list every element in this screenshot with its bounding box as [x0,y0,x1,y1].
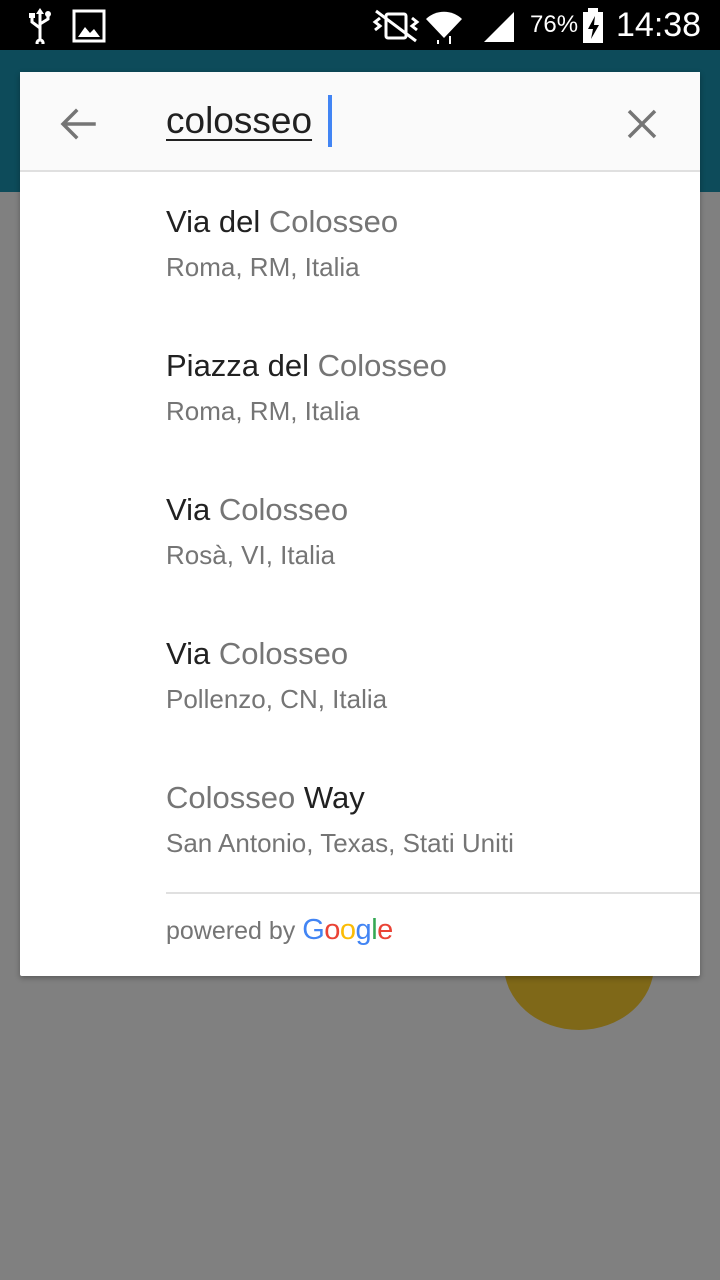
powered-by-label: powered by [166,917,296,945]
status-bar: 76% 14:38 [0,0,720,50]
autocomplete-card: colosseo Via del Colosseo Roma, RM, Ital… [20,72,700,976]
result-item[interactable]: Via del Colosseo Roma, RM, Italia [20,174,700,318]
result-secondary-text: Roma, RM, Italia [166,396,360,426]
result-secondary-text: Roma, RM, Italia [166,252,360,282]
search-input[interactable]: colosseo [166,100,312,152]
result-item[interactable]: Via Colosseo Rosà, VI, Italia [20,462,700,606]
footer-divider [166,892,700,894]
battery-charging-icon [583,8,603,43]
result-secondary-text: Rosà, VI, Italia [166,540,336,570]
clock: 14:38 [616,6,702,44]
usb-icon [29,8,51,44]
search-bar: colosseo [20,72,700,172]
result-primary-text: Via Colosseo [166,636,349,671]
arrow-back-icon[interactable] [54,100,102,148]
close-icon[interactable] [618,100,666,148]
result-item[interactable]: Colosseo Way San Antonio, Texas, Stati U… [20,750,700,894]
result-item[interactable]: Via Colosseo Pollenzo, CN, Italia [20,606,700,750]
result-secondary-text: Pollenzo, CN, Italia [166,684,388,714]
result-primary-text: Via del Colosseo [166,204,399,239]
powered-by-google: powered by Google [166,914,393,947]
signal-icon [484,12,514,42]
result-primary-text: Via Colosseo [166,492,349,527]
result-secondary-text: San Antonio, Texas, Stati Uniti [166,828,514,858]
result-item[interactable]: Piazza del Colosseo Roma, RM, Italia [20,318,700,462]
google-logo: Google [302,914,393,946]
image-icon [72,9,106,43]
wifi-icon [426,11,462,44]
battery-percent: 76% [530,11,579,38]
result-primary-text: Colosseo Way [166,780,365,815]
mute-vibrate-icon [372,9,420,43]
text-cursor [328,95,332,147]
result-primary-text: Piazza del Colosseo [166,348,447,383]
